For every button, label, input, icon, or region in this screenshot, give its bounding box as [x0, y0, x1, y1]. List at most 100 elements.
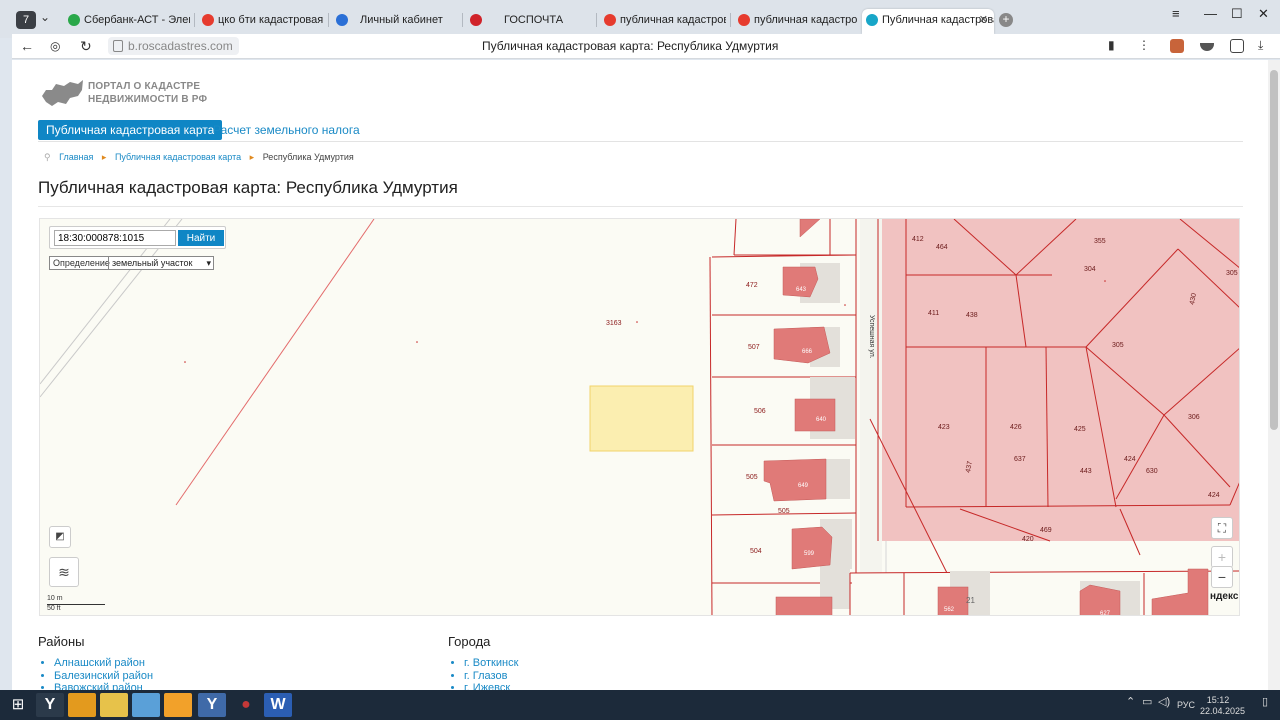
- parcel-label: 472: [746, 282, 758, 289]
- parcel-label: 423: [938, 424, 950, 431]
- network-icon[interactable]: ▭: [1142, 695, 1152, 708]
- parcel-label: 425: [1074, 426, 1086, 433]
- parcel-label: 306: [1188, 414, 1200, 421]
- browser-tab-1[interactable]: Сбербанк-АСТ - Электро: [64, 9, 190, 31]
- menu-item-land-tax[interactable]: Расчет земельного налога: [205, 120, 368, 140]
- layers-icon[interactable]: ≋: [49, 557, 79, 587]
- new-tab-icon[interactable]: +: [999, 13, 1013, 27]
- street-label: Успешная ул.: [868, 315, 875, 359]
- extension-avatar-icon[interactable]: [1170, 39, 1184, 53]
- yandex-browser-active-icon[interactable]: Y: [198, 693, 226, 717]
- yandex-browser-icon[interactable]: Y: [36, 693, 64, 717]
- volume-icon[interactable]: ◁): [1158, 695, 1170, 708]
- zoom-out-button[interactable]: −: [1211, 566, 1233, 588]
- parcel-label: 630: [1146, 468, 1158, 475]
- parcel-label: 505: [778, 508, 790, 515]
- scrollbar-thumb[interactable]: [1270, 70, 1278, 430]
- maximize-icon[interactable]: ☐: [1231, 6, 1243, 22]
- browser-tab-active[interactable]: Публичная кадастровая ✕: [862, 9, 994, 34]
- bookmarks-menu-icon[interactable]: ≡: [1172, 6, 1180, 21]
- downloads-icon[interactable]: [1230, 39, 1244, 53]
- browser-tab-3[interactable]: Личный кабинет: [332, 9, 458, 31]
- breadcrumb-separator-icon: ▸: [101, 152, 107, 162]
- districts-section: Районы Алнашский район Балезинский район…: [38, 634, 153, 690]
- parcel-label: 305: [1112, 342, 1124, 349]
- map-canvas[interactable]: 3163 472 507 506 505 505 504 643 666 640…: [40, 219, 1240, 616]
- map-export-icon[interactable]: ◩: [49, 526, 71, 548]
- windows-taskbar: ⊞ Y Y ● W ⌃ ▭ ◁) РУС 15:12 22.04.2025 ▯: [0, 690, 1280, 720]
- chevron-down-icon: ▾: [206, 258, 211, 268]
- page-scrollbar[interactable]: [1268, 60, 1280, 690]
- cadastral-number-input[interactable]: [54, 230, 176, 246]
- building-label: 649: [798, 483, 809, 489]
- download-arrow-icon[interactable]: ⤓: [1258, 38, 1263, 53]
- selected-parcel[interactable]: [589, 385, 694, 452]
- page-title-bar: Публичная кадастровая карта: Республика …: [482, 39, 779, 53]
- browser-tab-6[interactable]: публичная кадастровая к: [734, 9, 858, 31]
- parcel-label: 443: [1080, 468, 1092, 475]
- bookmark-icon[interactable]: ▮: [1108, 38, 1115, 52]
- city-link[interactable]: г. Глазов: [464, 670, 518, 683]
- reload-icon[interactable]: ↻: [80, 38, 92, 55]
- breadcrumb-cadastral-map[interactable]: Публичная кадастровая карта: [115, 152, 241, 162]
- menu-item-cadastral-map[interactable]: Публичная кадастровая карта: [38, 120, 223, 140]
- map-provider-logo[interactable]: ндекс: [1210, 591, 1238, 602]
- divider: [38, 206, 1243, 207]
- windows-start-icon[interactable]: ⊞: [4, 693, 32, 717]
- city-link[interactable]: г. Ижевск: [464, 682, 518, 690]
- cadastre-favicon-icon: [866, 14, 878, 26]
- protect-shield-icon[interactable]: ◎: [50, 39, 60, 53]
- russia-map-logo-icon: [42, 80, 83, 106]
- word-icon[interactable]: W: [264, 693, 292, 717]
- find-button[interactable]: Найти: [178, 230, 224, 246]
- yandex-favicon-icon: [202, 14, 214, 26]
- zoom-in-button[interactable]: +: [1211, 546, 1233, 568]
- breadcrumb-current: Республика Удмуртия: [262, 152, 354, 162]
- recorder-icon[interactable]: ●: [232, 693, 260, 717]
- parcel-label: 506: [754, 408, 766, 415]
- parcel-label: 304: [1084, 266, 1096, 273]
- cadastral-search-box: Найти: [49, 226, 226, 249]
- minimize-icon[interactable]: —: [1204, 6, 1217, 21]
- tab-list-chevron-icon[interactable]: ⌄: [40, 10, 50, 24]
- notifications-icon[interactable]: ▯: [1262, 695, 1268, 708]
- more-menu-icon[interactable]: ⋮: [1138, 38, 1150, 52]
- breadcrumb-home[interactable]: Главная: [59, 152, 93, 162]
- clock[interactable]: 15:12 22.04.2025: [1200, 695, 1245, 717]
- browser-tab-4[interactable]: ГОСПОЧТА: [466, 9, 592, 31]
- tray-chevron-up-icon[interactable]: ⌃: [1126, 695, 1135, 708]
- definition-select[interactable]: земельный участок ▾: [108, 257, 214, 269]
- extension-pocket-icon[interactable]: [1200, 43, 1214, 51]
- gospochta-favicon-icon: [470, 14, 482, 26]
- language-indicator[interactable]: РУС: [1177, 700, 1195, 710]
- close-tab-icon[interactable]: ✕: [979, 9, 988, 31]
- back-arrow-icon[interactable]: ←: [20, 38, 34, 54]
- house-number-label: 21: [966, 596, 975, 605]
- parcel-label: 411: [928, 310, 939, 317]
- site-logo-text[interactable]: ПОРТАЛ О КАДАСТРЕ НЕДВИЖИМОСТИ В РФ: [88, 80, 207, 106]
- sberbank-favicon-icon: [68, 14, 80, 26]
- breadcrumb: ⚲ Главная ▸ Публичная кадастровая карта …: [44, 152, 360, 163]
- definition-selector: Определение земельный участок ▾: [49, 256, 214, 270]
- tab-count-badge[interactable]: 7: [16, 11, 36, 29]
- file-explorer-icon[interactable]: [100, 693, 128, 717]
- app-icon[interactable]: [164, 693, 192, 717]
- fullscreen-icon[interactable]: ⛶: [1211, 517, 1233, 539]
- app-icon[interactable]: [132, 693, 160, 717]
- parcel-label: 504: [750, 548, 762, 555]
- office-app-icon[interactable]: [68, 693, 96, 717]
- close-window-icon[interactable]: ✕: [1258, 6, 1269, 22]
- parcel-label: 3163: [606, 320, 622, 327]
- district-link[interactable]: Балезинский район: [54, 670, 153, 683]
- web-page: ПОРТАЛ О КАДАСТРЕ НЕДВИЖИМОСТИ В РФ Публ…: [12, 60, 1268, 690]
- city-link[interactable]: г. Воткинск: [464, 657, 518, 670]
- district-link[interactable]: Вавожский район: [54, 682, 153, 690]
- browser-tab-2[interactable]: цко бти кадастровая сто: [198, 9, 324, 31]
- districts-title: Районы: [38, 634, 85, 649]
- district-link[interactable]: Алнашский район: [54, 657, 153, 670]
- cadastral-map[interactable]: 3163 472 507 506 505 505 504 643 666 640…: [39, 218, 1240, 616]
- url-field[interactable]: b.roscadastres.com: [108, 37, 239, 55]
- browser-tab-5[interactable]: публичная кадастровая к: [600, 9, 726, 31]
- definition-label: Определение: [53, 258, 110, 268]
- browser-tab-bar: 7 ⌄ Сбербанк-АСТ - Электро цко бти кадас…: [0, 0, 1280, 38]
